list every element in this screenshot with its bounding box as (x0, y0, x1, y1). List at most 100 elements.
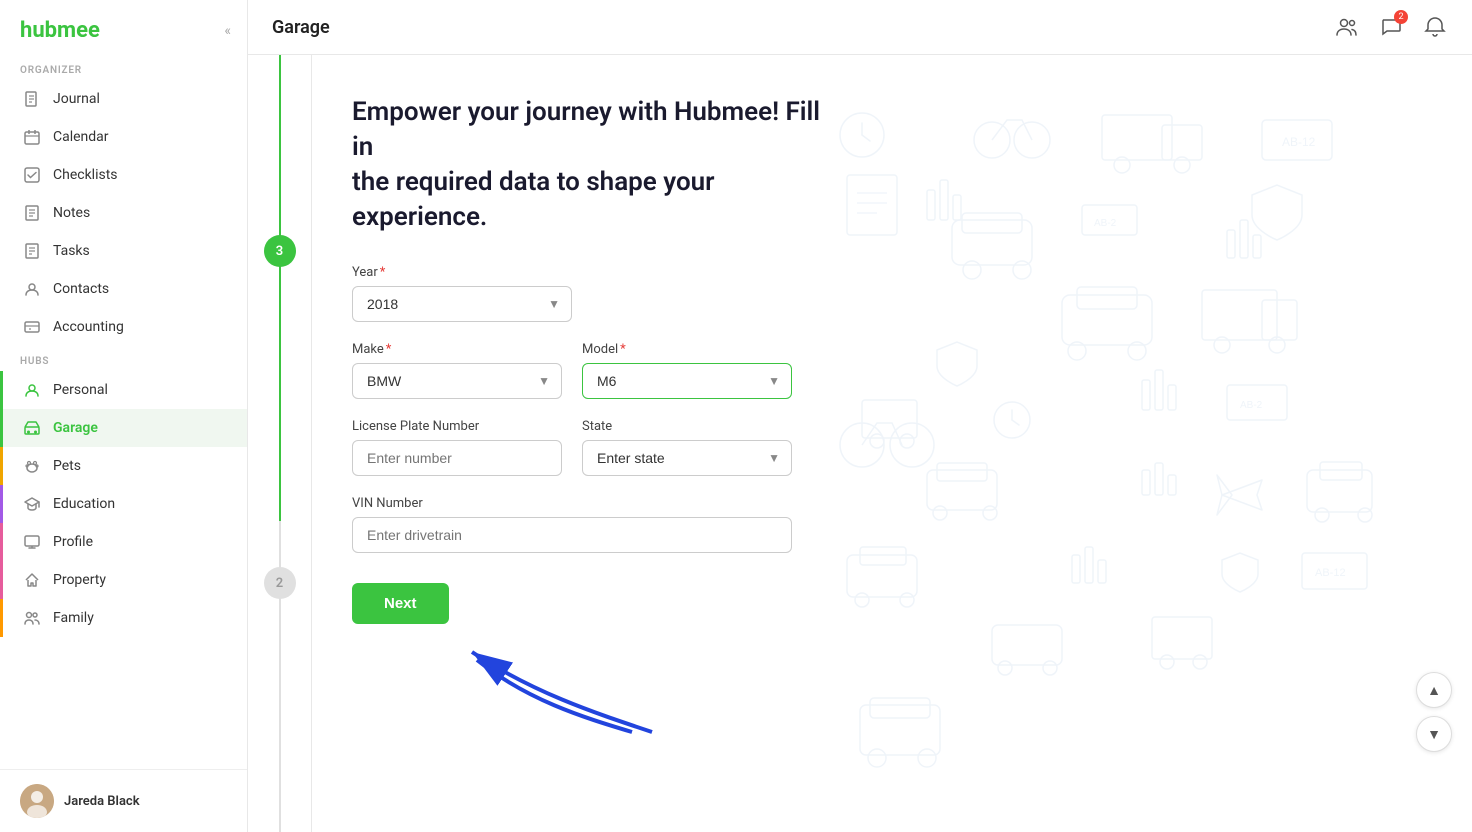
sidebar-item-label: Personal (53, 382, 108, 398)
sidebar-item-label: Property (53, 572, 106, 588)
avatar (20, 784, 54, 818)
sidebar-item-label: Journal (53, 91, 100, 107)
year-required: * (380, 265, 386, 280)
plate-field: License Plate Number (352, 419, 562, 476)
hubs-section-label: HUBS (0, 346, 247, 371)
progress-sidebar: 3 2 (248, 55, 312, 832)
profile-icon (23, 533, 41, 551)
sidebar-item-label: Profile (53, 534, 93, 550)
user-name: Jareda Black (64, 794, 140, 809)
notes-icon (23, 204, 41, 222)
model-required: * (620, 342, 626, 357)
bell-icon[interactable] (1422, 14, 1448, 40)
vin-input[interactable] (352, 517, 792, 553)
sidebar-item-tasks[interactable]: Tasks (0, 232, 247, 270)
sidebar-item-notes[interactable]: Notes (0, 194, 247, 232)
arrow-annotation (412, 612, 692, 752)
calendar-icon (23, 128, 41, 146)
model-label: Model* (582, 342, 792, 357)
year-select[interactable]: 2018 2017 2019 2020 (352, 286, 572, 322)
progress-fill (279, 55, 281, 521)
chat-badge: 2 (1394, 10, 1408, 24)
scroll-down-button[interactable]: ▼ (1416, 716, 1452, 752)
sidebar-item-journal[interactable]: Journal (0, 80, 247, 118)
form-heading: Empower your journey with Hubmee! Fill i… (352, 95, 832, 235)
sidebar-item-label: Notes (53, 205, 90, 221)
sidebar-item-education[interactable]: Education (0, 485, 247, 523)
svg-text:AB-2: AB-2 (1240, 400, 1263, 411)
sidebar: hubmee « ORGANIZER Journal Calendar Chec… (0, 0, 248, 832)
education-icon (23, 495, 41, 513)
chevron-down-icon: ▼ (1427, 726, 1441, 742)
contacts-icon (23, 280, 41, 298)
model-field: Model* M6 M3 X5 ▼ (582, 342, 792, 399)
tasks-icon (23, 242, 41, 260)
sidebar-footer: Jareda Black (0, 769, 247, 832)
sidebar-item-garage[interactable]: Garage (0, 409, 247, 447)
make-label: Make* (352, 342, 562, 357)
sidebar-item-label: Checklists (53, 167, 118, 183)
sidebar-item-label: Tasks (53, 243, 90, 259)
step-3-circle: 3 (264, 235, 296, 267)
property-icon (23, 571, 41, 589)
model-select-wrapper: M6 M3 X5 ▼ (582, 363, 792, 399)
page-title: Garage (272, 17, 330, 38)
make-model-row: Make* BMW Toyota Ford ▼ Model* (352, 342, 792, 399)
sidebar-item-label: Garage (53, 420, 98, 436)
garage-icon (23, 419, 41, 437)
sidebar-item-accounting[interactable]: Accounting (0, 308, 247, 346)
sidebar-item-family[interactable]: Family (0, 599, 247, 637)
sidebar-item-label: Family (53, 610, 94, 626)
sidebar-item-calendar[interactable]: Calendar (0, 118, 247, 156)
make-select[interactable]: BMW Toyota Ford (352, 363, 562, 399)
organizer-section-label: ORGANIZER (0, 55, 247, 80)
family-icon (23, 609, 41, 627)
sidebar-item-checklists[interactable]: Checklists (0, 156, 247, 194)
sidebar-item-contacts[interactable]: Contacts (0, 270, 247, 308)
vin-label: VIN Number (352, 496, 792, 511)
sidebar-item-pets[interactable]: Pets (0, 447, 247, 485)
svg-text:AB-12: AB-12 (1282, 135, 1316, 149)
make-select-wrapper: BMW Toyota Ford ▼ (352, 363, 562, 399)
year-select-wrapper: 2018 2017 2019 2020 ▼ (352, 286, 572, 322)
plate-state-row: License Plate Number State Enter state C… (352, 419, 792, 476)
sidebar-item-label: Pets (53, 458, 81, 474)
sidebar-item-profile[interactable]: Profile (0, 523, 247, 561)
content-area: 3 2 (248, 55, 1472, 832)
journal-icon (23, 90, 41, 108)
state-field: State Enter state California New York Te… (582, 419, 792, 476)
chevron-up-icon: ▲ (1427, 682, 1441, 698)
main-content: Garage 2 3 2 (248, 0, 1472, 832)
app-logo: hubmee (20, 18, 100, 43)
scroll-controls: ▲ ▼ (1416, 672, 1452, 752)
users-icon[interactable] (1334, 14, 1360, 40)
model-select[interactable]: M6 M3 X5 (582, 363, 792, 399)
step-2-circle: 2 (264, 567, 296, 599)
svg-text:AB-12: AB-12 (1315, 567, 1346, 579)
sidebar-item-label: Education (53, 496, 115, 512)
state-select-wrapper: Enter state California New York Texas ▼ (582, 440, 792, 476)
scroll-up-button[interactable]: ▲ (1416, 672, 1452, 708)
collapse-button[interactable]: « (224, 23, 231, 39)
personal-icon (23, 381, 41, 399)
plate-input[interactable] (352, 440, 562, 476)
state-select[interactable]: Enter state California New York Texas (582, 440, 792, 476)
next-button[interactable]: Next (352, 583, 449, 624)
year-label: Year* (352, 265, 572, 280)
form-area: AB-12 (312, 55, 1472, 832)
sidebar-item-personal[interactable]: Personal (0, 371, 247, 409)
vin-field-row: VIN Number (352, 496, 792, 553)
sidebar-item-label: Calendar (53, 129, 109, 145)
year-field-row: Year* 2018 2017 2019 2020 ▼ (352, 265, 572, 322)
sidebar-item-label: Contacts (53, 281, 109, 297)
plate-label: License Plate Number (352, 419, 562, 434)
accounting-icon (23, 318, 41, 336)
header-icons: 2 (1334, 14, 1448, 40)
chat-icon[interactable]: 2 (1378, 14, 1404, 40)
make-required: * (386, 342, 392, 357)
sidebar-item-property[interactable]: Property (0, 561, 247, 599)
checklists-icon (23, 166, 41, 184)
sidebar-header: hubmee « (0, 0, 247, 55)
main-header: Garage 2 (248, 0, 1472, 55)
background-decoration: AB-12 (772, 55, 1472, 832)
